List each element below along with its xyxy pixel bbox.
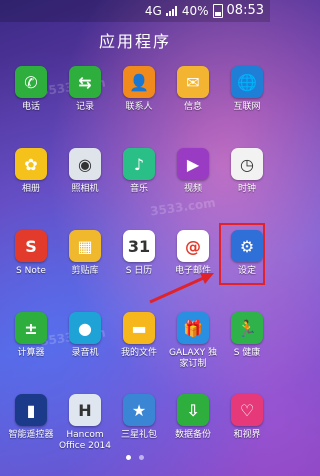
page-dot-active[interactable] xyxy=(126,455,131,460)
page-dot[interactable] xyxy=(139,455,144,460)
pointer-arrow xyxy=(149,273,214,304)
page-indicator xyxy=(0,455,270,460)
